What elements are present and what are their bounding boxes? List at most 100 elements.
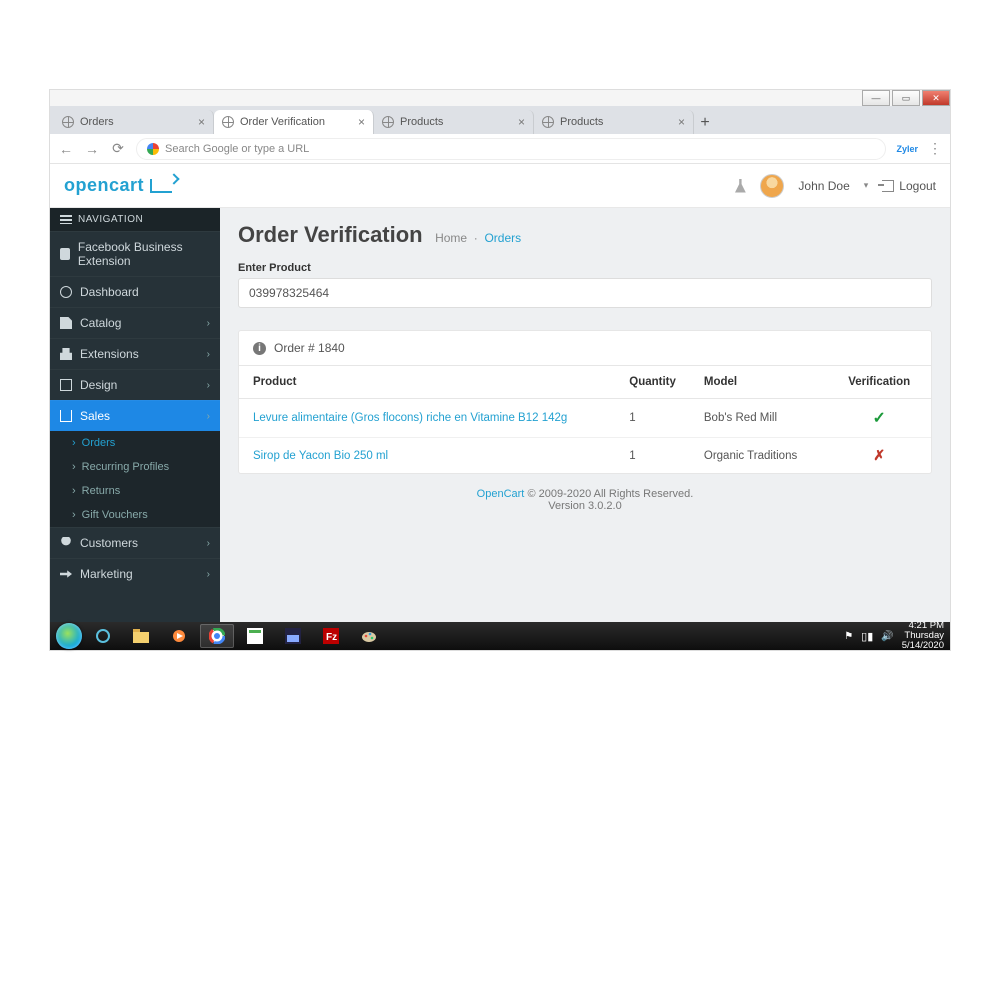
browser-tab-3[interactable]: Products × [534,110,694,134]
tray-network-icon[interactable]: ▯▮ [861,630,873,643]
sidebar-item-extensions[interactable]: Extensions › [50,338,220,369]
sidebar-item-marketing[interactable]: Marketing › [50,558,220,589]
sidebar-item-label: Marketing [80,567,133,581]
tab-close-icon[interactable]: × [358,115,365,129]
sidebar-sub-label: Recurring Profiles [82,461,169,473]
product-link[interactable]: Levure alimentaire (Gros flocons) riche … [253,412,567,424]
chevron-right-icon: › [207,349,210,360]
new-tab-button[interactable]: + [694,112,716,134]
logout-icon [882,180,894,192]
chevron-right-icon: › [72,485,76,497]
cross-icon: ✗ [873,447,885,463]
taskbar-mediaplayer-icon[interactable] [162,624,196,648]
forward-button[interactable]: → [84,141,100,157]
url-bar[interactable]: Search Google or type a URL [136,138,886,160]
taskbar-app-icon[interactable] [276,624,310,648]
chevron-right-icon: › [207,538,210,549]
sidebar-item-design[interactable]: Design › [50,369,220,400]
globe-icon [62,116,74,128]
globe-icon [542,116,554,128]
user-name[interactable]: John Doe [798,179,849,193]
chevron-right-icon: › [207,569,210,580]
cell-verification: ✓ [827,399,931,438]
taskbar-chrome-icon[interactable] [200,624,234,648]
window-close-button[interactable]: ✕ [922,90,950,106]
browser-toolbar: ← → ⟳ Search Google or type a URL Zyler … [50,134,950,164]
sidebar-sub-returns[interactable]: › Returns [50,479,220,503]
opencart-logo[interactable]: opencart [64,175,172,196]
hamburger-icon [60,215,72,224]
chevron-down-icon: ▾ [864,180,869,191]
sidebar-item-catalog[interactable]: Catalog › [50,307,220,338]
browser-tab-strip: Orders × Order Verification × Products ×… [50,106,950,134]
system-clock[interactable]: 4:21 PM Thursday 5/14/2020 [902,621,944,651]
monitor-icon [60,379,72,391]
logo-text: opencart [64,175,144,196]
system-tray[interactable]: ⚑ ▯▮ 🔊 4:21 PM Thursday 5/14/2020 [844,621,944,651]
taskbar-filezilla-icon[interactable]: Fz [314,624,348,648]
cart-icon [150,179,172,193]
window-minimize-button[interactable]: — [862,90,890,106]
tab-close-icon[interactable]: × [678,115,685,129]
avatar[interactable] [760,174,784,198]
tray-sound-icon[interactable]: 🔊 [881,631,893,642]
page-title: Order Verification [238,222,423,248]
taskbar-ie-icon[interactable] [86,624,120,648]
breadcrumb-item[interactable]: Home [435,231,467,245]
cell-model: Organic Traditions [690,438,828,474]
puzzle-icon [60,348,72,360]
cell-quantity: 1 [615,438,690,474]
footer: OpenCart © 2009-2020 All Rights Reserved… [238,488,932,512]
breadcrumb-item[interactable]: Orders [484,231,521,245]
sidebar-item-label: Dashboard [80,285,139,299]
order-table: Product Quantity Model Verification Levu… [239,366,931,473]
taskbar-paint-icon[interactable] [352,624,386,648]
product-link[interactable]: Sirop de Yacon Bio 250 ml [253,450,388,462]
taskbar-explorer-icon[interactable] [124,624,158,648]
clock-date: 5/14/2020 [902,641,944,651]
google-icon [147,143,159,155]
share-icon [60,568,72,580]
tab-label: Order Verification [240,116,325,128]
sidebar-heading: NAVIGATION [50,208,220,231]
main-content: Order Verification Home · Orders Enter P… [220,208,950,622]
browser-menu-icon[interactable]: ⋮ [928,140,942,157]
sidebar-item-label: Facebook Business Extension [78,240,210,268]
browser-tab-2[interactable]: Products × [374,110,534,134]
tab-close-icon[interactable]: × [198,115,205,129]
sidebar-item-label: Customers [80,536,138,550]
tab-close-icon[interactable]: × [518,115,525,129]
browser-tab-1[interactable]: Order Verification × [214,110,374,134]
sidebar-item-dashboard[interactable]: Dashboard [50,276,220,307]
cell-model: Bob's Red Mill [690,399,828,438]
sidebar-sub-giftvouchers[interactable]: › Gift Vouchers [50,503,220,527]
table-row: Levure alimentaire (Gros flocons) riche … [239,399,931,438]
logout-button[interactable]: Logout [882,179,936,193]
sidebar-item-label: Design [80,378,117,392]
footer-version: Version 3.0.2.0 [548,500,621,512]
taskbar-app-icon[interactable] [238,624,272,648]
cell-verification: ✗ [827,438,931,474]
footer-link[interactable]: OpenCart [477,488,525,500]
sidebar-item-label: Catalog [80,316,121,330]
browser-tab-0[interactable]: Orders × [54,110,214,134]
window-maximize-button[interactable]: ▭ [892,90,920,106]
reload-button[interactable]: ⟳ [110,140,126,157]
developer-icon[interactable] [734,179,746,193]
start-button[interactable] [56,623,82,649]
sidebar-sub-orders[interactable]: › Orders [50,431,220,455]
col-product: Product [239,366,615,399]
product-input[interactable] [238,278,932,308]
sidebar-item-customers[interactable]: Customers › [50,527,220,558]
sidebar-item-sales[interactable]: Sales › [50,400,220,431]
footer-text: © 2009-2020 All Rights Reserved. [527,488,693,500]
sidebar-sub-recurring[interactable]: › Recurring Profiles [50,455,220,479]
order-panel: i Order # 1840 Product Quantity Model Ve… [238,330,932,474]
tray-flag-icon[interactable]: ⚑ [844,631,853,642]
logout-label: Logout [899,179,936,193]
dashboard-icon [60,286,72,298]
back-button[interactable]: ← [58,141,74,157]
sidebar-item-facebook[interactable]: Facebook Business Extension [50,231,220,276]
extension-badge[interactable]: Zyler [896,144,918,154]
svg-text:Fz: Fz [326,632,337,643]
